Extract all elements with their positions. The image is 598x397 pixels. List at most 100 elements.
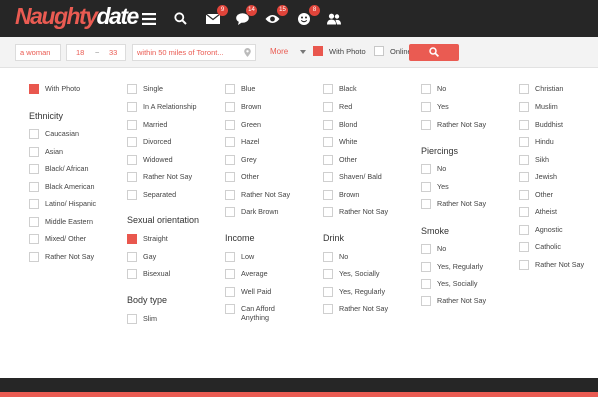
checkbox[interactable] xyxy=(225,304,235,314)
filter-ethnicity-option[interactable]: Middle Eastern xyxy=(29,217,93,227)
filter-piercings-option[interactable]: Rather Not Say xyxy=(421,199,486,209)
checkbox[interactable] xyxy=(127,172,137,182)
filter-ethnicity-option[interactable]: Caucasian xyxy=(29,129,79,139)
checkbox[interactable] xyxy=(225,252,235,262)
checkbox[interactable] xyxy=(519,190,529,200)
checkbox[interactable] xyxy=(225,287,235,297)
checkbox[interactable] xyxy=(29,252,39,262)
filter-hair-option[interactable]: Brown xyxy=(323,190,359,200)
filter-eyes-option[interactable]: Hazel xyxy=(225,137,259,147)
checkbox[interactable] xyxy=(225,172,235,182)
with-photo-checkbox[interactable] xyxy=(313,46,323,56)
filter-hair-option[interactable]: Other xyxy=(323,155,357,165)
filter-hair-option[interactable]: Red xyxy=(323,102,352,112)
filter-religion-option[interactable]: Rather Not Say xyxy=(519,260,584,270)
filter-eyes-option[interactable]: Brown xyxy=(225,102,261,112)
filter-ethnicity-option[interactable]: Black American xyxy=(29,182,95,192)
search-button[interactable] xyxy=(409,44,459,61)
filter-religion-option[interactable]: Muslim xyxy=(519,102,558,112)
checkbox[interactable] xyxy=(323,190,333,200)
checkbox[interactable] xyxy=(421,262,431,272)
filter-drink-option[interactable]: Rather Not Say xyxy=(323,304,388,314)
chevron-down-icon[interactable] xyxy=(300,50,306,54)
filter-eyes-option[interactable]: Blue xyxy=(225,84,255,94)
checkbox[interactable] xyxy=(323,102,333,112)
checkbox[interactable] xyxy=(127,155,137,165)
filter-with-photo[interactable]: With Photo xyxy=(29,84,80,94)
more-filters-toggle[interactable]: More xyxy=(270,46,288,58)
filter-eyes-option[interactable]: Dark Brown xyxy=(225,207,279,217)
checkbox[interactable] xyxy=(225,120,235,130)
checkbox[interactable] xyxy=(519,260,529,270)
checkbox[interactable] xyxy=(519,155,529,165)
filter-orientation-option[interactable]: Bisexual xyxy=(127,269,170,279)
checkbox[interactable] xyxy=(29,147,39,157)
menu-icon[interactable] xyxy=(142,0,156,37)
checkbox[interactable] xyxy=(29,199,39,209)
checkbox[interactable] xyxy=(127,137,137,147)
checkbox[interactable] xyxy=(29,182,39,192)
checkbox[interactable] xyxy=(127,252,137,262)
checkbox[interactable] xyxy=(323,137,333,147)
filter-top-option[interactable]: Yes xyxy=(421,102,449,112)
age-min-value[interactable]: 18 xyxy=(76,45,84,60)
checkbox[interactable] xyxy=(29,164,39,174)
checkbox[interactable] xyxy=(421,182,431,192)
checkbox[interactable] xyxy=(225,137,235,147)
checkbox[interactable] xyxy=(519,207,529,217)
filter-drink-option[interactable]: No xyxy=(323,252,348,262)
filter-religion-option[interactable]: Jewish xyxy=(519,172,557,182)
checkbox[interactable] xyxy=(323,172,333,182)
checkbox[interactable] xyxy=(421,296,431,306)
filter-orientation-option[interactable]: Straight xyxy=(127,234,168,244)
checkbox[interactable] xyxy=(421,164,431,174)
checkbox[interactable] xyxy=(323,252,333,262)
search-icon[interactable] xyxy=(174,0,187,37)
checkbox[interactable] xyxy=(127,234,137,244)
filter-smoke-option[interactable]: No xyxy=(421,244,446,254)
checkbox[interactable] xyxy=(127,120,137,130)
filter-religion-option[interactable]: Buddhist xyxy=(519,120,563,130)
seeking-select[interactable]: a woman xyxy=(15,44,61,61)
filter-hair-option[interactable]: Rather Not Say xyxy=(323,207,388,217)
checkbox[interactable] xyxy=(225,155,235,165)
filter-eyes-option[interactable]: Green xyxy=(225,120,261,130)
checkbox[interactable] xyxy=(323,287,333,297)
filter-body-option[interactable]: Slim xyxy=(127,314,157,324)
checkbox[interactable] xyxy=(225,102,235,112)
winks-smiley-icon[interactable] xyxy=(298,0,310,37)
checkbox[interactable] xyxy=(323,120,333,130)
filter-religion-option[interactable]: Agnostic xyxy=(519,225,563,235)
filter-hair-option[interactable]: White xyxy=(323,137,357,147)
location-input[interactable]: within 50 miles of Toront... xyxy=(132,44,256,61)
checkbox[interactable] xyxy=(127,314,137,324)
checkbox[interactable] xyxy=(29,217,39,227)
filter-eyes-option[interactable]: Grey xyxy=(225,155,257,165)
age-range-input[interactable]: 18 ~ 33 xyxy=(66,44,126,61)
checkbox[interactable] xyxy=(127,84,137,94)
checkbox[interactable] xyxy=(519,84,529,94)
checkbox[interactable] xyxy=(519,137,529,147)
filter-hair-option[interactable]: Blond xyxy=(323,120,357,130)
filter-ethnicity-option[interactable]: Asian xyxy=(29,147,63,157)
filter-ethnicity-option[interactable]: Rather Not Say xyxy=(29,252,94,262)
checkbox[interactable] xyxy=(225,190,235,200)
filter-hair-option[interactable]: Shaven/ Bald xyxy=(323,172,382,182)
checkbox[interactable] xyxy=(323,207,333,217)
filter-status-option[interactable]: Separated xyxy=(127,190,176,200)
filter-religion-option[interactable]: Sikh xyxy=(519,155,549,165)
checkbox[interactable] xyxy=(421,84,431,94)
filter-eyes-option[interactable]: Rather Not Say xyxy=(225,190,290,200)
site-logo[interactable]: Naughtydate xyxy=(15,3,139,30)
checkbox[interactable] xyxy=(323,155,333,165)
filter-income-option[interactable]: Low xyxy=(225,252,254,262)
checkbox[interactable] xyxy=(519,120,529,130)
checkbox[interactable] xyxy=(519,242,529,252)
filter-income-option[interactable]: Well Paid xyxy=(225,287,271,297)
filter-income-option[interactable]: Can Afford Anything xyxy=(225,304,293,322)
checkbox[interactable] xyxy=(519,225,529,235)
filter-piercings-option[interactable]: No xyxy=(421,164,446,174)
filter-smoke-option[interactable]: Yes, Socially xyxy=(421,279,478,289)
checkbox[interactable] xyxy=(421,244,431,254)
filter-piercings-option[interactable]: Yes xyxy=(421,182,449,192)
